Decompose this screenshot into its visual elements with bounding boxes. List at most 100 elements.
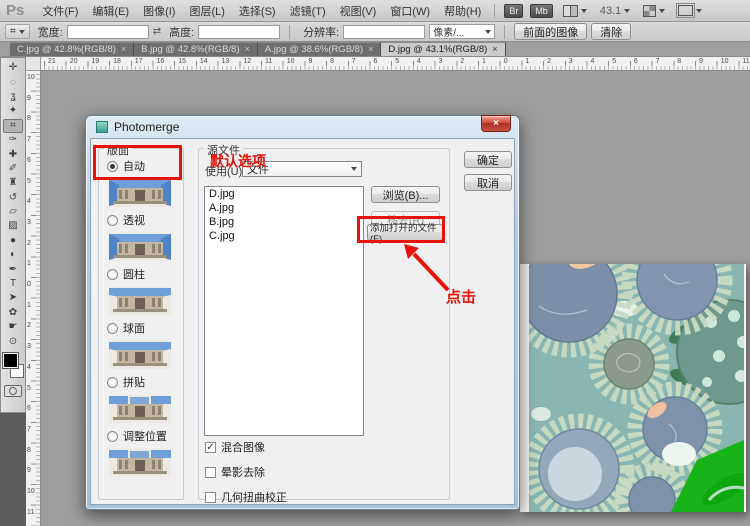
photoshop-logo: Ps xyxy=(6,2,24,19)
pen-tool[interactable]: ✒ xyxy=(3,262,23,276)
document-tab-bar: C.jpg @ 42.8%(RGB/8)×B.jpg @ 42.8%(RGB/8… xyxy=(0,42,750,57)
ruler-number: 5 xyxy=(612,58,616,65)
zoom-tool[interactable]: ⊙ xyxy=(3,334,23,348)
quick-mask-button[interactable] xyxy=(4,385,22,397)
add-open-files-button[interactable]: 添加打开的文件(F) xyxy=(367,224,443,241)
photomerge-dialog: Photomerge × 版面 自动透视圆柱球面拼贴调整位置 源文件 使用(U)… xyxy=(85,115,520,510)
layout-option-radio[interactable]: 球面 xyxy=(107,321,145,335)
menu-item-file[interactable]: 文件(F) xyxy=(35,4,85,20)
history-brush-tool[interactable]: ↺ xyxy=(3,191,23,205)
file-list-item[interactable]: B.jpg xyxy=(205,215,363,229)
tab-close-icon[interactable]: × xyxy=(121,45,126,54)
dodge-tool[interactable]: ◐ xyxy=(3,248,23,262)
ruler-number: 13 xyxy=(222,58,230,65)
clone-stamp-tool[interactable]: ♜ xyxy=(3,176,23,190)
bridge-button[interactable]: Br xyxy=(504,4,523,18)
resolution-input[interactable] xyxy=(343,25,425,39)
layout-option-radio[interactable]: 圆柱 xyxy=(107,267,145,281)
path-selection-tool[interactable]: ➤ xyxy=(3,291,23,305)
ruler-number: 8 xyxy=(677,58,681,65)
menu-item-image[interactable]: 图像(I) xyxy=(136,4,182,20)
menu-item-help[interactable]: 帮助(H) xyxy=(437,4,488,20)
color-swatches[interactable] xyxy=(2,352,24,382)
source-file-list[interactable]: D.jpgA.jpgB.jpgC.jpg xyxy=(204,186,364,436)
checkbox-row[interactable]: ✓混合图像 xyxy=(205,439,287,455)
resolution-unit-select[interactable]: 像素/... xyxy=(429,24,495,39)
layout-option-radio[interactable]: 透视 xyxy=(107,213,145,227)
document-tab[interactable]: D.jpg @ 43.1%(RGB/8)× xyxy=(381,42,505,56)
checkbox-unchecked[interactable] xyxy=(205,492,216,503)
ok-button[interactable]: 确定 xyxy=(464,151,512,168)
front-image-button[interactable]: 前面的图像 xyxy=(514,23,587,40)
ruler-number: 3 xyxy=(27,219,31,226)
clear-button[interactable]: 清除 xyxy=(591,23,631,40)
browse-button[interactable]: 浏览(B)... xyxy=(371,186,440,203)
file-list-item[interactable]: D.jpg xyxy=(205,187,363,201)
layout-option-label: 透视 xyxy=(123,212,145,228)
width-input[interactable] xyxy=(67,25,149,39)
tab-close-icon[interactable]: × xyxy=(492,45,497,54)
options-divider xyxy=(289,25,290,39)
options-divider xyxy=(504,25,505,39)
ruler-number: 7 xyxy=(352,58,356,65)
foreground-color-swatch[interactable] xyxy=(3,353,18,368)
radio-button[interactable] xyxy=(107,161,118,172)
view-extras-dropdown[interactable] xyxy=(639,4,669,18)
healing-brush-tool[interactable]: ✚ xyxy=(3,147,23,161)
hand-tool[interactable]: ☛ xyxy=(3,320,23,334)
close-button[interactable]: × xyxy=(481,115,511,132)
radio-button[interactable] xyxy=(107,431,118,442)
mini-bridge-button[interactable]: Mb xyxy=(530,4,553,18)
checkbox-row[interactable]: 晕影去除 xyxy=(205,464,287,480)
radio-button[interactable] xyxy=(107,215,118,226)
brush-tool[interactable]: ✐ xyxy=(3,162,23,176)
layout-option-radio[interactable]: 拼贴 xyxy=(107,375,145,389)
checkbox-unchecked[interactable] xyxy=(205,467,216,478)
ruler-number: 7 xyxy=(656,58,660,65)
menu-item-edit[interactable]: 编辑(E) xyxy=(85,4,136,20)
lasso-tool[interactable]: ʓ xyxy=(3,90,23,104)
file-list-item[interactable]: C.jpg xyxy=(205,229,363,243)
radio-button[interactable] xyxy=(107,269,118,280)
crop-tool[interactable]: ⌗ xyxy=(3,119,23,133)
menu-item-view[interactable]: 视图(V) xyxy=(333,4,384,20)
radio-button[interactable] xyxy=(107,377,118,388)
gradient-tool[interactable]: ▨ xyxy=(3,219,23,233)
crop-tool-preset-dropdown[interactable]: ⌗ xyxy=(5,24,30,39)
ruler-number: 5 xyxy=(27,385,31,392)
checkbox-row[interactable]: 几何扭曲校正 xyxy=(205,489,287,505)
eyedropper-tool[interactable]: ✑ xyxy=(3,133,23,147)
file-list-item[interactable]: A.jpg xyxy=(205,201,363,215)
swap-dimensions-icon[interactable]: ⇄ xyxy=(153,26,161,37)
layout-option-label: 调整位置 xyxy=(123,428,167,444)
checkbox-checked[interactable]: ✓ xyxy=(205,442,216,453)
eraser-tool[interactable]: ▱ xyxy=(3,205,23,219)
marquee-tool[interactable]: ◌ xyxy=(3,75,23,89)
menu-item-select[interactable]: 选择(S) xyxy=(232,4,283,20)
type-tool[interactable]: T xyxy=(3,277,23,291)
ruler-number: 1 xyxy=(482,58,486,65)
menu-item-filter[interactable]: 滤镜(T) xyxy=(283,4,333,20)
document-tab[interactable]: A.jpg @ 38.6%(RGB/8)× xyxy=(258,42,382,56)
dialog-title-bar[interactable]: Photomerge xyxy=(96,120,179,134)
document-tab[interactable]: B.jpg @ 42.8%(RGB/8)× xyxy=(134,42,258,56)
layout-option-radio[interactable]: 调整位置 xyxy=(107,429,167,443)
zoom-level-dropdown[interactable]: 43.1 xyxy=(596,4,634,18)
arrange-documents-dropdown[interactable] xyxy=(559,4,591,18)
tab-close-icon[interactable]: × xyxy=(368,45,373,54)
custom-shape-tool[interactable]: ✿ xyxy=(3,306,23,320)
ruler-number: 11 xyxy=(742,58,749,65)
quick-selection-tool[interactable]: ✦ xyxy=(3,104,23,118)
use-select[interactable]: 文件 xyxy=(242,161,362,177)
menu-item-layer[interactable]: 图层(L) xyxy=(182,4,231,20)
blur-tool[interactable]: ● xyxy=(3,234,23,248)
tab-close-icon[interactable]: × xyxy=(245,45,250,54)
layout-option-selected[interactable]: 自动 xyxy=(107,159,145,173)
cancel-button[interactable]: 取消 xyxy=(464,174,512,191)
move-tool[interactable]: ✛ xyxy=(3,61,23,75)
screen-mode-dropdown[interactable] xyxy=(674,4,706,17)
height-input[interactable] xyxy=(198,25,280,39)
menu-item-window[interactable]: 窗口(W) xyxy=(383,4,437,20)
document-tab[interactable]: C.jpg @ 42.8%(RGB/8)× xyxy=(10,42,134,56)
radio-button[interactable] xyxy=(107,323,118,334)
